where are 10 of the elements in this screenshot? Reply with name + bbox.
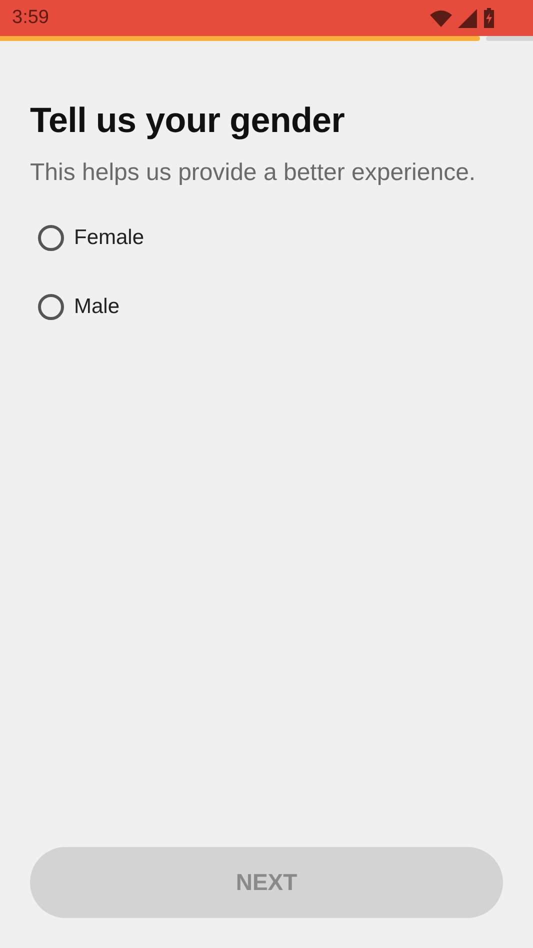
radio-button[interactable] [38, 225, 64, 251]
option-label[interactable]: Male [74, 295, 120, 319]
battery-icon [483, 8, 495, 28]
option-label[interactable]: Female [74, 226, 144, 250]
status-time: 3:59 [12, 7, 49, 29]
page-title: Tell us your gender [30, 101, 346, 141]
radio-button[interactable] [38, 294, 64, 320]
signal-icon [458, 8, 477, 28]
page-subtitle: This helps us provide a better experience. [30, 159, 477, 187]
wifi-icon [430, 10, 452, 26]
